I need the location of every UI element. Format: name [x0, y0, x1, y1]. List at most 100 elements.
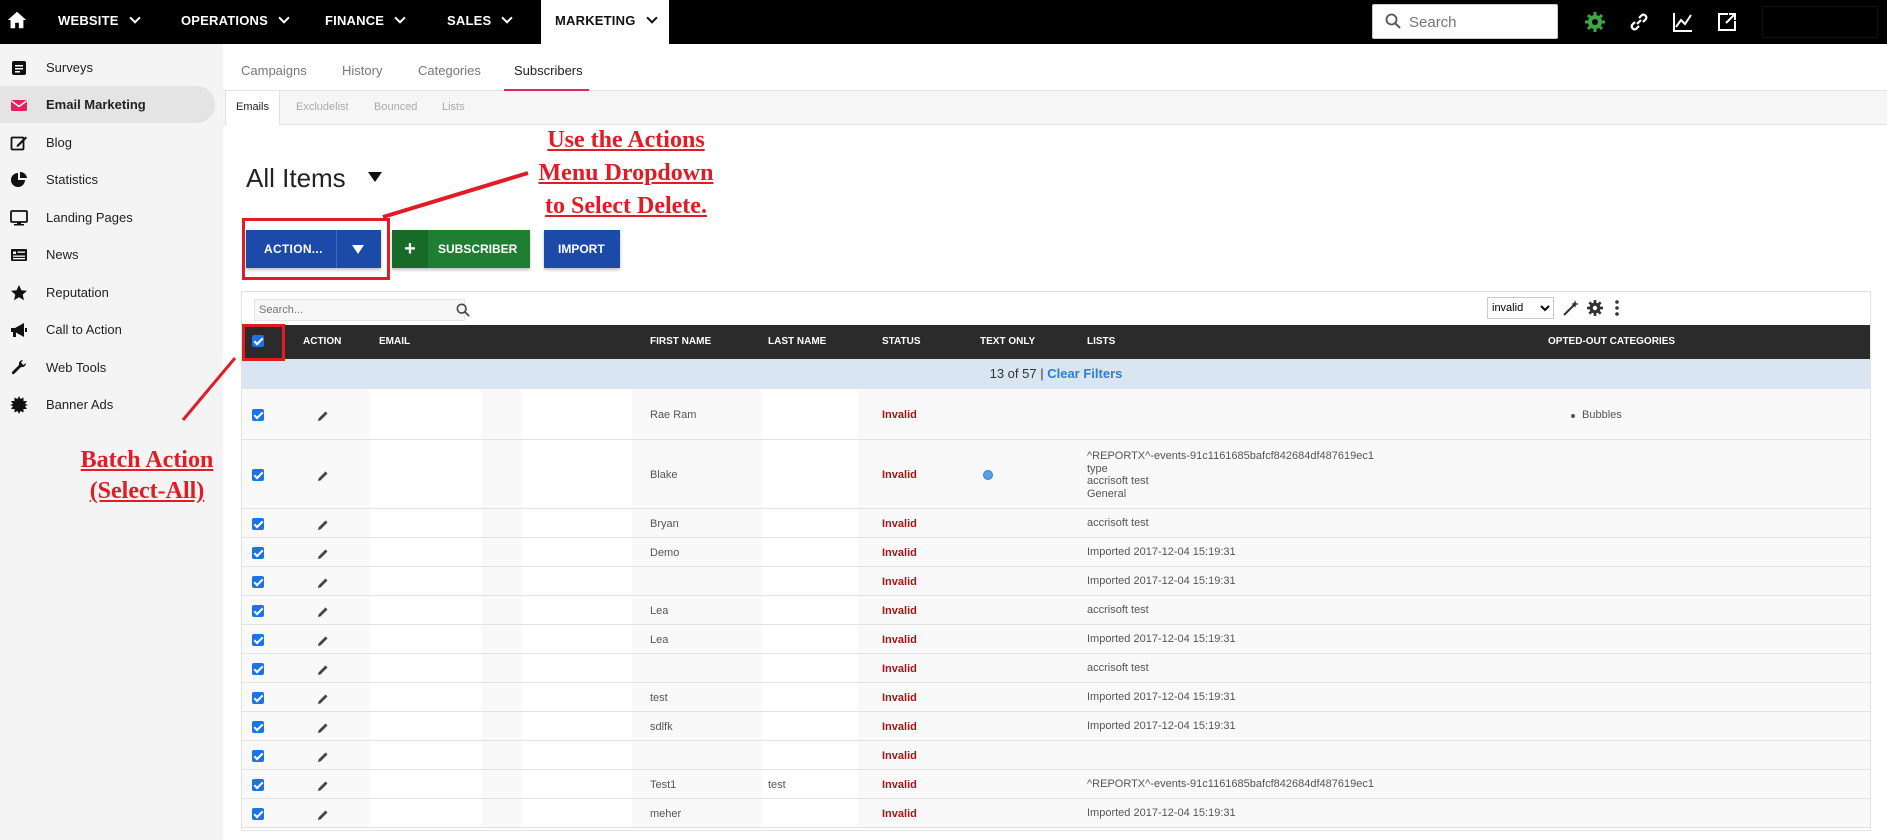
col-email[interactable]: EMAIL — [379, 336, 410, 347]
pencil-icon[interactable] — [317, 519, 329, 531]
global-search[interactable] — [1372, 4, 1558, 39]
pencil-icon[interactable] — [317, 780, 329, 792]
table-row[interactable]: Invalid Imported 2017-12-04 15:19:31 — [242, 567, 1870, 596]
row-checkbox[interactable] — [252, 808, 264, 820]
nav-sales[interactable]: SALES — [447, 0, 514, 44]
email-cell-mask — [370, 509, 482, 537]
user-account-box[interactable] — [1762, 6, 1878, 38]
row-checkbox[interactable] — [252, 605, 264, 617]
gear-icon[interactable] — [1583, 10, 1607, 34]
nav-marketing[interactable]: MARKETING — [541, 0, 669, 44]
pencil-icon[interactable] — [317, 751, 329, 763]
pencil-icon[interactable] — [317, 693, 329, 705]
tab-subscribers[interactable]: Subscribers — [514, 63, 583, 78]
tab-categories[interactable]: Categories — [418, 63, 481, 78]
search-input[interactable] — [1409, 12, 1549, 32]
subtab-excludelist[interactable]: Excludelist — [286, 91, 359, 124]
pencil-icon[interactable] — [317, 606, 329, 618]
caret-down-icon[interactable] — [368, 172, 382, 182]
row-checkbox[interactable] — [252, 634, 264, 646]
first-name-cell: Demo — [650, 547, 680, 559]
col-status[interactable]: STATUS — [882, 336, 921, 347]
row-checkbox[interactable] — [252, 518, 264, 530]
sidebar-item-statistics[interactable]: Statistics — [0, 161, 215, 198]
chart-line-icon[interactable] — [1671, 10, 1695, 34]
subtab-lists[interactable]: Lists — [432, 91, 475, 124]
nav-finance[interactable]: FINANCE — [325, 0, 406, 44]
row-checkbox[interactable] — [252, 692, 264, 704]
sidebar-item-news[interactable]: News — [0, 236, 215, 273]
sidebar-item-blog[interactable]: Blog — [0, 124, 215, 161]
status-cell: Invalid — [882, 409, 917, 421]
table-row[interactable]: Lea Invalid accrisoft test — [242, 596, 1870, 625]
row-checkbox[interactable] — [252, 663, 264, 675]
tab-campaigns[interactable]: Campaigns — [241, 63, 307, 78]
sidebar-item-web-tools[interactable]: Web Tools — [0, 349, 215, 386]
clear-filters-link[interactable]: Clear Filters — [1047, 366, 1122, 381]
col-action[interactable]: ACTION — [303, 336, 341, 347]
lists-cell: accrisoft test — [1087, 517, 1149, 529]
pencil-icon[interactable] — [317, 577, 329, 589]
nav-website[interactable]: WEBSITE — [58, 0, 141, 44]
row-checkbox[interactable] — [252, 469, 264, 481]
gear-icon[interactable] — [1586, 299, 1604, 317]
row-checkbox[interactable] — [252, 409, 264, 421]
magic-wand-icon[interactable] — [1562, 299, 1580, 317]
sidebar-item-call-to-action[interactable]: Call to Action — [0, 311, 215, 348]
sidebar-item-landing-pages[interactable]: Landing Pages — [0, 199, 215, 236]
table-row[interactable]: sdlfk Invalid Imported 2017-12-04 15:19:31 — [242, 712, 1870, 741]
table-row[interactable]: Invalid — [242, 741, 1870, 770]
status-filter-select[interactable]: invalid — [1487, 297, 1554, 319]
sidebar-item-banner-ads[interactable]: Banner Ads — [0, 386, 215, 423]
grid-search-input[interactable] — [254, 299, 465, 321]
first-name-cell: test — [650, 692, 668, 704]
col-lists[interactable]: LISTS — [1087, 336, 1115, 347]
email-cell-mask — [370, 625, 482, 653]
add-subscriber-button[interactable]: + SUBSCRIBER — [392, 230, 530, 268]
table-row[interactable]: Rae Ram Invalid Bubbles — [242, 389, 1870, 440]
table-row[interactable]: Invalid accrisoft test — [242, 654, 1870, 683]
email-cell-mask — [370, 654, 482, 682]
lists-cell: Imported 2017-12-04 15:19:31 — [1087, 807, 1236, 819]
sidebar-item-surveys[interactable]: Surveys — [0, 49, 215, 86]
table-row[interactable]: test Invalid Imported 2017-12-04 15:19:31 — [242, 683, 1870, 712]
pencil-icon[interactable] — [317, 410, 329, 422]
pencil-icon[interactable] — [317, 548, 329, 560]
more-vertical-icon[interactable] — [1608, 299, 1626, 317]
text-only-indicator-icon — [983, 470, 993, 480]
sidebar-item-reputation[interactable]: Reputation — [0, 274, 215, 311]
link-icon[interactable] — [1627, 10, 1651, 34]
external-link-icon[interactable] — [1715, 10, 1739, 34]
row-checkbox[interactable] — [252, 750, 264, 762]
table-row[interactable]: Blake Invalid ^REPORTX^-events-91c1161685b… — [242, 440, 1870, 509]
table-row[interactable]: meher Invalid Imported 2017-12-04 15:19:31 — [242, 799, 1870, 828]
col-last-name[interactable]: LAST NAME — [768, 336, 826, 347]
pencil-icon[interactable] — [317, 809, 329, 821]
tab-history[interactable]: History — [342, 63, 382, 78]
sidebar-item-email-marketing[interactable]: Email Marketing — [0, 86, 215, 123]
subtab-emails[interactable]: Emails — [225, 91, 281, 125]
pencil-icon[interactable] — [317, 470, 329, 482]
home-icon[interactable] — [6, 9, 28, 31]
col-first-name[interactable]: FIRST NAME — [650, 336, 711, 347]
edit-icon — [10, 136, 27, 151]
table-row[interactable]: Test1 test Invalid ^REPORTX^-events-91c1161… — [242, 770, 1870, 799]
pencil-icon[interactable] — [317, 635, 329, 647]
pencil-icon[interactable] — [317, 722, 329, 734]
row-checkbox[interactable] — [252, 547, 264, 559]
col-text-only[interactable]: TEXT ONLY — [980, 336, 1035, 347]
row-checkbox[interactable] — [252, 576, 264, 588]
row-checkbox[interactable] — [252, 779, 264, 791]
pencil-icon[interactable] — [317, 664, 329, 676]
table-row[interactable]: Lea Invalid Imported 2017-12-04 15:19:31 — [242, 625, 1870, 654]
table-row[interactable]: Bryan Invalid accrisoft test — [242, 509, 1870, 538]
search-icon[interactable] — [456, 303, 470, 317]
row-checkbox[interactable] — [252, 721, 264, 733]
nav-operations[interactable]: OPERATIONS — [181, 0, 290, 44]
col-opted-out-categories[interactable]: OPTED-OUT CATEGORIES — [1548, 336, 1675, 347]
page-title[interactable]: All Items — [246, 163, 346, 194]
table-row[interactable]: Demo Invalid Imported 2017-12-04 15:19:31 — [242, 538, 1870, 567]
chevron-down-icon — [645, 12, 658, 24]
subtab-bounced[interactable]: Bounced — [364, 91, 427, 124]
import-button[interactable]: IMPORT — [544, 230, 620, 268]
